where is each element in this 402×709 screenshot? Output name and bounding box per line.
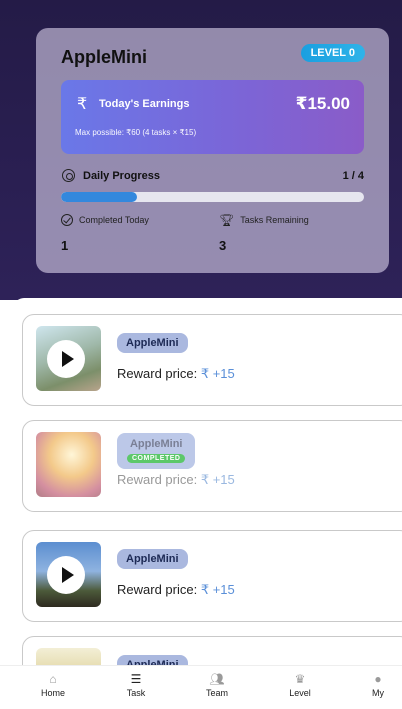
nav-team[interactable]: 👥︎ Team <box>187 671 247 698</box>
task-thumbnail <box>36 432 101 497</box>
tasks-remaining-stat: 🏆︎ Tasks Remaining 3 <box>219 214 369 253</box>
reward-text: Reward price: ₹ +15 <box>117 472 235 488</box>
nav-level-label: Level <box>289 688 311 698</box>
nav-task[interactable]: ☰ Task <box>106 671 166 698</box>
trophy-icon: 🏆︎ <box>219 213 235 227</box>
earnings-amount: ₹15.00 <box>295 94 350 113</box>
task-list-icon: ☰ <box>130 672 142 686</box>
task-title: AppleMini <box>129 438 183 450</box>
tasks-remaining-value: 3 <box>219 238 227 253</box>
home-icon: ⌂ <box>49 672 57 686</box>
reward-amount: ₹ +15 <box>200 366 235 381</box>
reward-text: Reward price: ₹ +15 <box>117 366 235 382</box>
level-badge[interactable]: LEVEL 0 <box>300 44 365 62</box>
reward-amount: ₹ +15 <box>200 472 235 487</box>
completed-today-label: Completed Today <box>79 215 149 225</box>
progress-label: Daily Progress <box>83 170 161 182</box>
reward-label: Reward price: <box>117 472 198 487</box>
reward-label: Reward price: <box>117 582 198 597</box>
task-title-pill: AppleMini <box>117 333 188 353</box>
play-icon[interactable] <box>47 340 85 378</box>
target-icon <box>62 169 75 182</box>
nav-home-label: Home <box>40 688 65 698</box>
task-card[interactable]: AppleMini Reward price: ₹ +15 <box>22 530 402 622</box>
completed-today-value: 1 <box>61 238 69 253</box>
completed-today-stat: Completed Today 1 <box>61 214 211 253</box>
play-icon[interactable] <box>47 556 85 594</box>
daily-progress-row: Daily Progress 1 / 4 <box>61 168 364 184</box>
task-thumbnail <box>36 542 101 607</box>
completed-tag: COMPLETED <box>127 454 186 463</box>
reward-label: Reward price: <box>117 366 198 381</box>
max-possible-text: Max possible: ₹60 (4 tasks × ₹15) <box>75 128 197 137</box>
bottom-nav: ⌂ Home ☰ Task 👥︎ Team ♛ Level ● My <box>0 665 402 709</box>
team-icon: 👥︎ <box>209 672 225 686</box>
check-circle-icon <box>61 214 73 226</box>
nav-my[interactable]: ● My <box>348 671 402 698</box>
task-card-completed[interactable]: AppleMini COMPLETED Reward price: ₹ +15 <box>22 420 402 512</box>
nav-team-label: Team <box>205 688 228 698</box>
task-thumbnail <box>36 326 101 391</box>
nav-my-label: My <box>372 688 384 698</box>
task-card[interactable]: AppleMini Reward price: ₹ +15 <box>22 314 402 406</box>
task-title-pill: AppleMini COMPLETED <box>117 433 196 469</box>
tasks-remaining-label: Tasks Remaining <box>240 215 309 225</box>
progress-bar <box>61 192 364 202</box>
earnings-panel: ₹ Today's Earnings ₹15.00 Max possible: … <box>61 80 364 154</box>
person-icon: ● <box>374 672 382 686</box>
task-title-pill: AppleMini <box>117 549 188 569</box>
nav-home[interactable]: ⌂ Home <box>23 671 83 698</box>
crown-icon: ♛ <box>294 672 306 686</box>
rupee-icon: ₹ <box>77 96 88 113</box>
earnings-label: Today's Earnings <box>99 98 190 110</box>
progress-count: 1 / 4 <box>342 170 364 182</box>
nav-level[interactable]: ♛ Level <box>270 671 330 698</box>
reward-text: Reward price: ₹ +15 <box>117 582 235 598</box>
progress-bar-fill <box>61 192 137 202</box>
nav-task-label: Task <box>126 688 146 698</box>
daily-stats-card: AppleMini LEVEL 0 ₹ Today's Earnings ₹15… <box>36 28 389 273</box>
reward-amount: ₹ +15 <box>200 582 235 597</box>
app-title: AppleMini <box>61 47 147 67</box>
